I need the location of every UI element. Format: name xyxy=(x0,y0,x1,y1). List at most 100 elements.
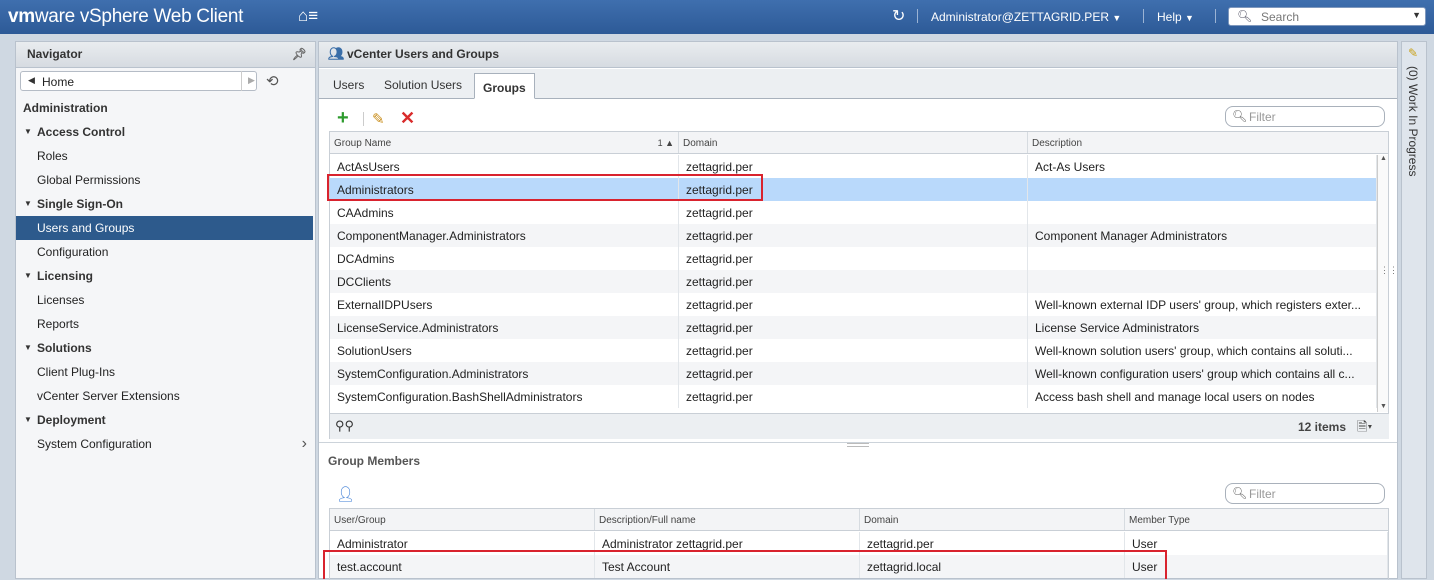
tab-groups[interactable]: Groups xyxy=(474,73,535,99)
nav-item[interactable]: System Configuration › xyxy=(16,432,313,456)
nav-label: Roles xyxy=(37,149,68,163)
groups-filter-input[interactable]: 🔍︎ Filter xyxy=(1225,106,1385,127)
nav-item[interactable]: Global Permissions xyxy=(16,168,313,192)
tab-bar: Users Solution Users Groups xyxy=(319,69,1397,99)
nav-group[interactable]: ▼ Licensing xyxy=(16,264,313,288)
panel-splitter[interactable] xyxy=(319,442,1397,448)
nav-group[interactable]: ▼ Single Sign-On xyxy=(16,192,313,216)
members-filter-input[interactable]: 🔍︎ Filter xyxy=(1225,483,1385,504)
table-footer: ⚲⚲ 12 items 🗎︎▾ xyxy=(330,413,1389,439)
nav-item[interactable]: Users and Groups xyxy=(16,216,313,240)
splitter-grip[interactable] xyxy=(847,443,869,447)
nav-group[interactable]: ▼ Deployment xyxy=(16,408,313,432)
column-header-domain[interactable]: Domain xyxy=(679,132,1028,153)
group-name-cell: ExternalIDPUsers xyxy=(330,293,679,316)
domain-cell: zettagrid.per xyxy=(679,201,1028,224)
nav-item[interactable]: Licenses xyxy=(16,288,313,312)
sort-indicator: 1 ▲ xyxy=(657,138,674,148)
home-breadcrumb[interactable]: ◀ Home xyxy=(20,71,257,91)
column-header-group-name[interactable]: Group Name 1 ▲ xyxy=(330,132,679,153)
global-search-input[interactable]: 🔍︎ Search ▼ xyxy=(1228,7,1426,26)
scroll-down-icon[interactable]: ▼ xyxy=(1380,403,1387,410)
tab-solution-users[interactable]: Solution Users xyxy=(384,78,462,92)
tab-users[interactable]: Users xyxy=(333,78,364,92)
description-cell: License Service Administrators xyxy=(1028,316,1377,339)
nav-group[interactable]: ▼ Solutions xyxy=(16,336,313,360)
table-row[interactable]: ComponentManager.Administrators zettagrid… xyxy=(330,224,1377,247)
export-icon[interactable]: 🗎︎▾ xyxy=(1357,418,1372,440)
table-row[interactable]: SystemConfiguration.BashShellAdministrat… xyxy=(330,385,1377,408)
nav-group[interactable]: ▼ Access Control xyxy=(16,120,313,144)
domain-cell: zettagrid.per xyxy=(679,247,1028,270)
nav-item[interactable]: vCenter Server Extensions xyxy=(16,384,313,408)
expand-icon[interactable]: ▼ xyxy=(24,343,32,352)
nav-item[interactable]: Client Plug-Ins xyxy=(16,360,313,384)
scroll-up-icon[interactable]: ▲ xyxy=(1380,155,1387,162)
description-cell: Well-known solution users' group, which … xyxy=(1028,339,1377,362)
home-menu-icon[interactable]: ⌂≡ xyxy=(298,6,318,26)
add-group-button[interactable]: + xyxy=(337,108,349,128)
nav-label: Client Plug-Ins xyxy=(37,365,116,379)
table-row[interactable]: SystemConfiguration.Administrators zettag… xyxy=(330,362,1377,385)
table-row[interactable]: ExternalIDPUsers zettagrid.per Well-known … xyxy=(330,293,1377,316)
refresh-icon[interactable]: ↻ xyxy=(892,6,905,26)
panel-header: 👥︎ vCenter Users and Groups xyxy=(319,42,1397,68)
column-header-member-type[interactable]: Member Type xyxy=(1125,509,1388,530)
group-members-title: Group Members xyxy=(328,454,421,468)
history-icon[interactable]: ⟲ xyxy=(266,72,279,90)
users-groups-icon: 👥︎ xyxy=(328,46,345,61)
expand-icon[interactable]: ▼ xyxy=(24,415,32,424)
group-name-cell: DCClients xyxy=(330,270,679,293)
description-cell: Well-known configuration users' group wh… xyxy=(1028,362,1377,385)
nav-label: vCenter Server Extensions xyxy=(37,389,180,403)
table-row[interactable]: CAAdmins zettagrid.per xyxy=(330,201,1377,224)
divider xyxy=(917,9,918,23)
domain-cell: zettagrid.per xyxy=(679,293,1028,316)
table-row[interactable]: LicenseService.Administrators zettagrid.p… xyxy=(330,316,1377,339)
expand-icon[interactable]: ▼ xyxy=(24,127,32,136)
nav-item[interactable]: Configuration xyxy=(16,240,313,264)
divider xyxy=(363,112,364,126)
navigator-header: Navigator 📌︎ xyxy=(16,42,315,68)
expand-icon[interactable]: ▼ xyxy=(24,199,32,208)
domain-cell: zettagrid.per xyxy=(679,385,1028,408)
section-title: Administration xyxy=(23,101,108,115)
user-menu[interactable]: Administrator@ZETTAGRID.PER ▼ xyxy=(931,10,1121,24)
vertical-scrollbar[interactable]: ▲ ⋮⋮ ▼ xyxy=(1377,155,1398,412)
scroll-grip-icon[interactable]: ⋮⋮ xyxy=(1380,265,1398,276)
description-cell: Access bash shell and manage local users… xyxy=(1028,385,1377,408)
delete-group-button[interactable]: ✕ xyxy=(400,108,415,129)
chevron-right-icon[interactable]: › xyxy=(302,435,307,453)
add-member-icon[interactable]: 👤︎ xyxy=(336,485,355,503)
group-name-cell: CAAdmins xyxy=(330,201,679,224)
help-menu[interactable]: Help ▼ xyxy=(1157,10,1194,24)
work-in-progress-panel[interactable]: ✎ (0) Work In Progress xyxy=(1401,41,1427,579)
binoculars-icon[interactable]: ⚲⚲ xyxy=(335,418,354,434)
table-row[interactable]: SolutionUsers zettagrid.per Well-known sol… xyxy=(330,339,1377,362)
description-cell: Act-As Users xyxy=(1028,155,1377,178)
column-header-domain[interactable]: Domain xyxy=(860,509,1125,530)
nav-label: Global Permissions xyxy=(37,173,141,187)
column-header-user-group[interactable]: User/Group xyxy=(330,509,595,530)
description-cell: Component Manager Administrators xyxy=(1028,224,1377,247)
nav-label: Access Control xyxy=(37,125,126,139)
search-icon: 🔍︎ xyxy=(1232,109,1248,123)
column-header-description[interactable]: Description/Full name xyxy=(595,509,860,530)
column-header-description[interactable]: Description xyxy=(1028,132,1388,153)
table-row[interactable]: DCAdmins zettagrid.per xyxy=(330,247,1377,270)
domain-cell: zettagrid.per xyxy=(679,270,1028,293)
nav-item[interactable]: Roles xyxy=(16,144,313,168)
description-cell xyxy=(1028,270,1377,293)
forward-icon[interactable]: ▶ xyxy=(241,71,258,91)
item-count: 12 items xyxy=(1298,420,1347,434)
work-in-progress-label: (0) Work In Progress xyxy=(1406,66,1420,177)
table-row[interactable]: DCClients zettagrid.per xyxy=(330,270,1377,293)
nav-item[interactable]: Reports xyxy=(16,312,313,336)
back-icon[interactable]: ◀ xyxy=(28,75,35,86)
edit-group-button[interactable]: ✎ xyxy=(372,110,385,128)
search-icon: 🔍︎ xyxy=(1237,9,1253,23)
expand-icon[interactable]: ▼ xyxy=(24,271,32,280)
pin-icon[interactable]: 📌︎ xyxy=(292,47,307,61)
chevron-down-icon[interactable]: ▼ xyxy=(1412,10,1421,20)
nav-label: Configuration xyxy=(37,245,109,259)
